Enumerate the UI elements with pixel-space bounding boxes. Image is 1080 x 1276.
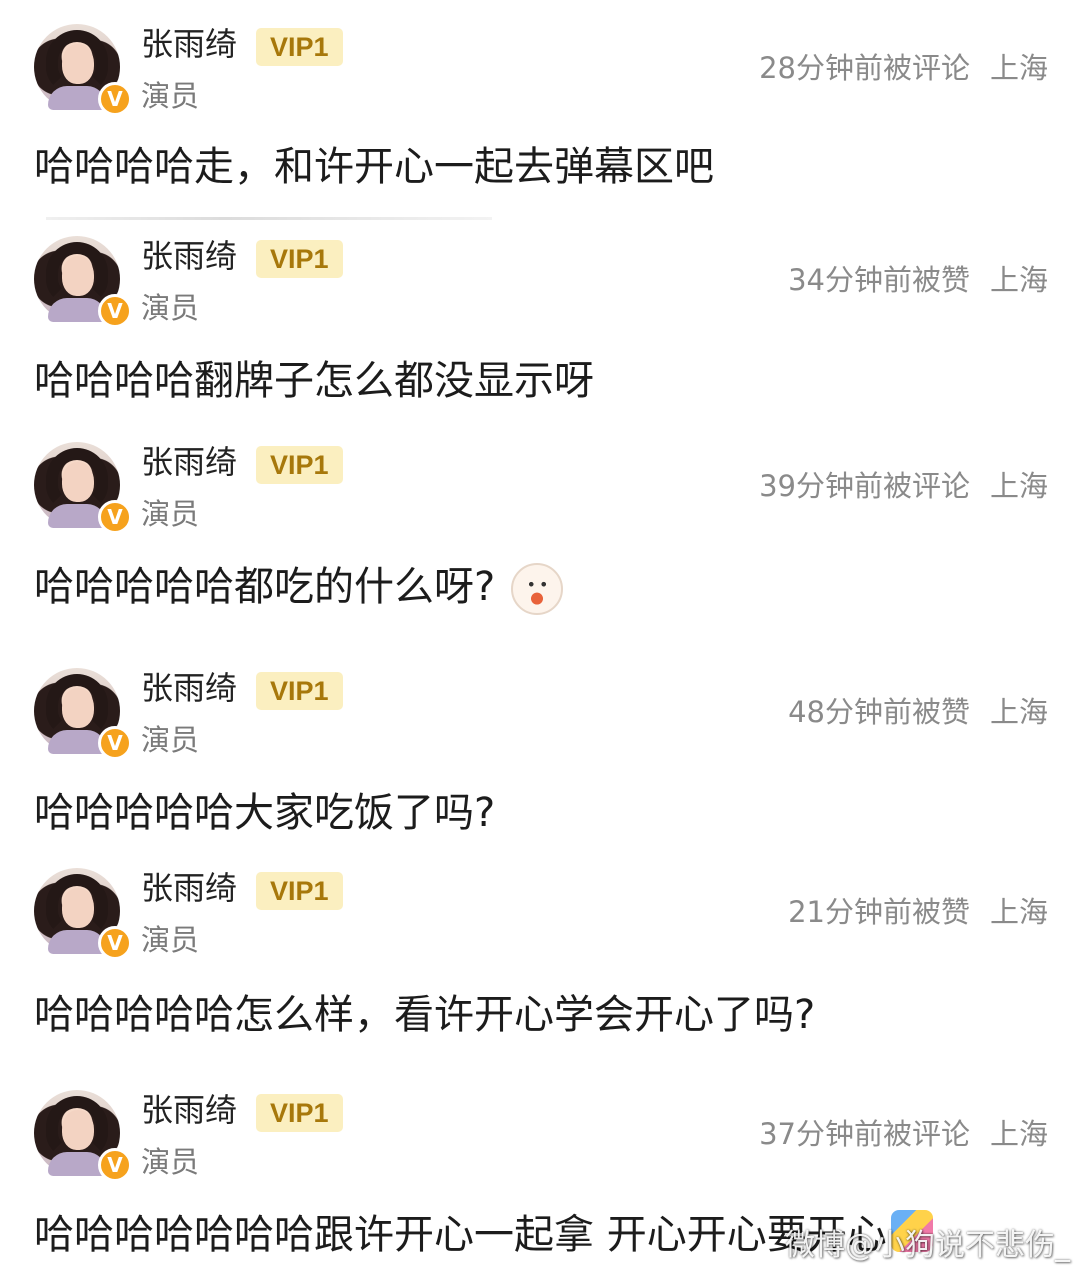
comment-text: 哈哈哈哈翻牌子怎么都没显示呀 <box>34 358 594 404</box>
comment-text-content: 哈哈哈哈哈哈哈跟许开心一起拿 开心开心要开心 <box>34 1212 887 1258</box>
verified-icon: V <box>98 294 132 328</box>
comment-meta: 28分钟前被评论 上海 <box>759 50 1048 86</box>
comment-meta: 39分钟前被评论 上海 <box>759 468 1048 504</box>
comment-time: 37分钟前被评论 <box>759 1117 970 1151</box>
user-role: 演员 <box>141 497 200 531</box>
comment-meta: 48分钟前被赞 上海 <box>788 694 1048 730</box>
user-name[interactable]: 张雨绮 <box>141 236 237 276</box>
comment-time: 39分钟前被评论 <box>759 469 970 503</box>
comment-location: 上海 <box>989 695 1048 729</box>
verified-icon: V <box>98 500 132 534</box>
avatar[interactable]: V <box>34 24 132 116</box>
laughing-duck-emoji-icon <box>511 563 564 615</box>
comment-text: 哈哈哈哈哈大家吃饭了吗? <box>34 790 496 836</box>
vip-badge: VIP1 <box>256 28 343 66</box>
vip-badge: VIP1 <box>256 672 343 710</box>
vip-badge: VIP1 <box>256 872 343 910</box>
avatar[interactable]: V <box>34 236 132 328</box>
avatar[interactable]: V <box>34 868 132 960</box>
user-role: 演员 <box>141 723 200 757</box>
user-name[interactable]: 张雨绮 <box>141 442 237 482</box>
verified-icon: V <box>98 82 132 116</box>
avatar[interactable]: V <box>34 442 132 534</box>
avatar[interactable]: V <box>34 668 132 760</box>
vip-badge: VIP1 <box>256 1094 343 1132</box>
comment-time: 21分钟前被赞 <box>788 895 970 929</box>
divider <box>46 217 492 220</box>
user-role: 演员 <box>141 79 200 113</box>
comment-time: 48分钟前被赞 <box>788 695 970 729</box>
comment-location: 上海 <box>989 263 1048 297</box>
comment-time: 28分钟前被评论 <box>759 51 970 85</box>
comment-location: 上海 <box>989 469 1048 503</box>
user-name[interactable]: 张雨绮 <box>141 24 237 64</box>
comment-meta: 37分钟前被评论 上海 <box>759 1116 1048 1152</box>
comment-text: 哈哈哈哈哈都吃的什么呀? <box>34 562 564 615</box>
verified-icon: V <box>98 1148 132 1182</box>
comment-meta: 34分钟前被赞 上海 <box>788 262 1048 298</box>
comment-feed: V 张雨绮 VIP1 演员 28分钟前被评论 上海 哈哈哈哈走，和许开心一起去弹幕… <box>0 0 1080 1276</box>
comment-text-content: 哈哈哈哈哈都吃的什么呀? <box>34 564 496 610</box>
comment-location: 上海 <box>989 895 1048 929</box>
user-role: 演员 <box>141 923 200 957</box>
user-role: 演员 <box>141 291 200 325</box>
user-role: 演员 <box>141 1145 200 1179</box>
comment-meta: 21分钟前被赞 上海 <box>788 894 1048 930</box>
comment-text: 哈哈哈哈走，和许开心一起去弹幕区吧 <box>34 144 714 190</box>
user-name[interactable]: 张雨绮 <box>141 1090 237 1130</box>
user-name[interactable]: 张雨绮 <box>141 668 237 708</box>
user-name[interactable]: 张雨绮 <box>141 868 237 908</box>
avatar[interactable]: V <box>34 1090 132 1182</box>
comment-time: 34分钟前被赞 <box>788 263 970 297</box>
vip-badge: VIP1 <box>256 446 343 484</box>
verified-icon: V <box>98 926 132 960</box>
comment-location: 上海 <box>989 1117 1048 1151</box>
watermark: 微博@小狗说不悲伤_ <box>785 1228 1070 1263</box>
comment-location: 上海 <box>989 51 1048 85</box>
verified-icon: V <box>98 726 132 760</box>
vip-badge: VIP1 <box>256 240 343 278</box>
comment-text: 哈哈哈哈哈怎么样，看许开心学会开心了吗? <box>34 992 816 1038</box>
